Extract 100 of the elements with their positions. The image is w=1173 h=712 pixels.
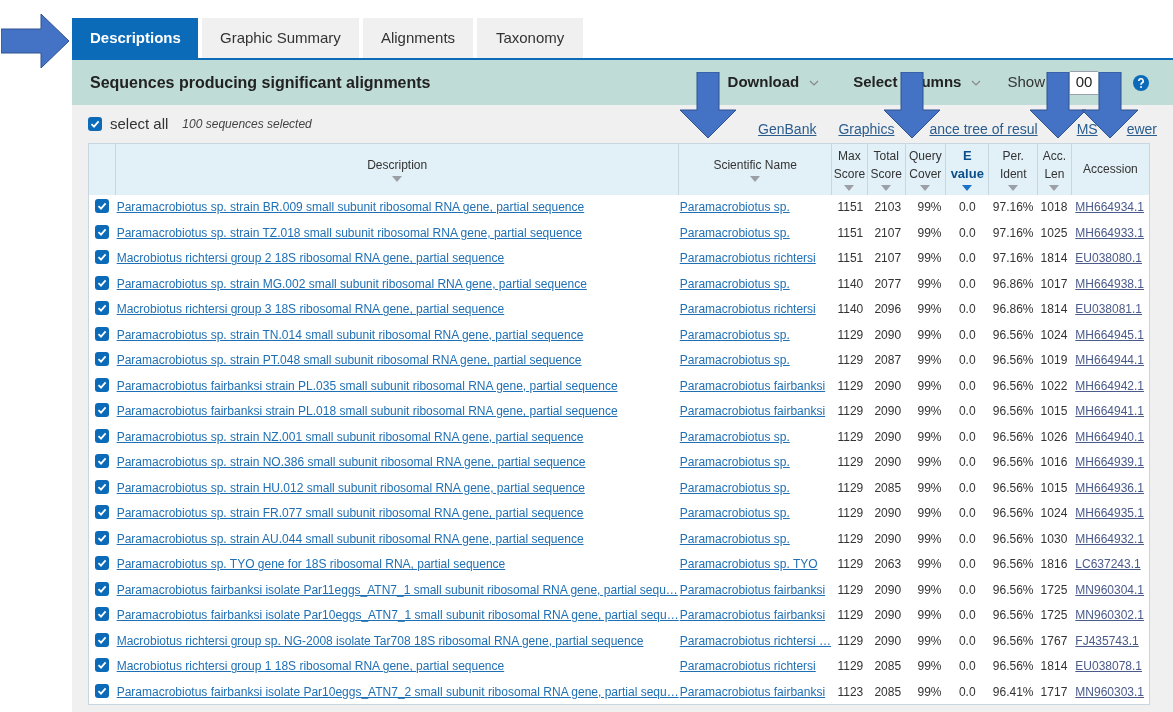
- accession-link[interactable]: MH664945.1: [1075, 327, 1145, 342]
- description-link[interactable]: Macrobiotus richtersi group 1 18S ribosomal RNA gene, partial sequence: [116, 659, 505, 674]
- description-link[interactable]: Macrobiotus richtersi group sp. NG-2008 isolate Tar708 18S ribosomal RNA gene, partial sequence: [116, 633, 644, 648]
- row-checkbox[interactable]: [95, 275, 110, 290]
- help-icon[interactable]: [1133, 74, 1149, 91]
- accession-link[interactable]: MN960304.1: [1075, 582, 1145, 597]
- accession-link[interactable]: MH664935.1: [1075, 506, 1145, 521]
- accession-link[interactable]: EU038081.1: [1075, 302, 1143, 317]
- description-link[interactable]: Paramacrobiotus sp. strain AU.044 small subunit ribosomal RNA gene, partial sequence: [116, 531, 584, 546]
- column-header[interactable]: Accession: [1071, 143, 1150, 195]
- scientific-name-link[interactable]: Paramacrobiotus fairbanksi: [679, 582, 826, 597]
- accession-link[interactable]: EU038080.1: [1075, 251, 1143, 266]
- tab[interactable]: Descriptions: [72, 18, 198, 58]
- row-checkbox[interactable]: [95, 301, 110, 316]
- toolbar-link[interactable]: GenBank: [758, 118, 817, 140]
- select-all-checkbox[interactable]: [88, 117, 102, 131]
- scientific-name-link[interactable]: Paramacrobiotus sp.: [679, 353, 790, 368]
- tab[interactable]: Graphic Summary: [202, 18, 359, 58]
- accession-link[interactable]: EU038078.1: [1075, 659, 1143, 674]
- toolbar-link[interactable]: ewer: [1126, 118, 1157, 140]
- description-link[interactable]: Paramacrobiotus sp. strain HU.012 small subunit ribosomal RNA gene, partial sequence: [116, 480, 585, 495]
- scientific-name-link[interactable]: Paramacrobiotus richtersi: [679, 251, 816, 266]
- download-menu[interactable]: Download: [727, 71, 800, 94]
- row-checkbox[interactable]: [95, 352, 110, 367]
- row-checkbox[interactable]: [95, 581, 110, 596]
- description-link[interactable]: Paramacrobiotus fairbanksi isolate Par11eggs_ATN7_1 small subunit ribosomal RNA gene, partial sequ…: [116, 582, 678, 597]
- description-link[interactable]: Paramacrobiotus sp. strain BR.009 small subunit ribosomal RNA gene, partial sequence: [116, 200, 585, 215]
- toolbar-link[interactable]: Graphics: [838, 118, 895, 140]
- accession-link[interactable]: MH664940.1: [1075, 429, 1145, 444]
- scientific-name-link[interactable]: Paramacrobiotus sp.: [679, 480, 790, 495]
- accession-link[interactable]: MN960302.1: [1075, 608, 1145, 623]
- scientific-name-link[interactable]: Paramacrobiotus richtersi: [679, 302, 816, 317]
- row-checkbox[interactable]: [95, 530, 110, 545]
- row-checkbox[interactable]: [95, 403, 110, 418]
- description-link[interactable]: Paramacrobiotus sp. strain NO.386 small subunit ribosomal RNA gene, partial sequence: [116, 455, 586, 470]
- scientific-name-link[interactable]: Paramacrobiotus richtersi …: [679, 633, 832, 648]
- scientific-name-link[interactable]: Paramacrobiotus sp.: [679, 276, 790, 291]
- description-link[interactable]: Paramacrobiotus sp. strain MG.002 small subunit ribosomal RNA gene, partial sequence: [116, 276, 587, 291]
- row-checkbox[interactable]: [95, 428, 110, 443]
- description-link[interactable]: Paramacrobiotus sp. strain TZ.018 small subunit ribosomal RNA gene, partial sequence: [116, 225, 582, 240]
- row-checkbox[interactable]: [95, 199, 110, 214]
- description-link[interactable]: Paramacrobiotus fairbanksi isolate Par10eggs_ATN7_1 small subunit ribosomal RNA gene, partial sequ…: [116, 608, 679, 623]
- scientific-name-link[interactable]: Paramacrobiotus sp. TYO: [679, 557, 818, 572]
- column-header[interactable]: Scientific Name: [678, 143, 832, 195]
- description-link[interactable]: Paramacrobiotus sp. strain PT.048 small subunit ribosomal RNA gene, partial sequence: [116, 353, 582, 368]
- accession-link[interactable]: FJ435743.1: [1075, 633, 1139, 648]
- scientific-name-link[interactable]: Paramacrobiotus sp.: [679, 455, 790, 470]
- column-header[interactable]: Per. Ident: [989, 143, 1038, 195]
- scientific-name-link[interactable]: Paramacrobiotus sp.: [679, 429, 790, 444]
- scientific-name-link[interactable]: Paramacrobiotus fairbanksi: [679, 684, 826, 699]
- show-count-select[interactable]: 00: [1070, 70, 1098, 95]
- accession-link[interactable]: MH664932.1: [1075, 531, 1145, 546]
- description-link[interactable]: Paramacrobiotus fairbanksi strain PL.035 small subunit ribosomal RNA gene, partial sequence: [116, 378, 618, 393]
- description-link[interactable]: Paramacrobiotus sp. TYO gene for 18S ribosomal RNA, partial sequence: [116, 557, 506, 572]
- description-link[interactable]: Paramacrobiotus sp. strain TN.014 small subunit ribosomal RNA gene, partial sequence: [116, 327, 584, 342]
- scientific-name-link[interactable]: Paramacrobiotus sp.: [679, 225, 790, 240]
- description-link[interactable]: Macrobiotus richtersi group 3 18S ribosomal RNA gene, partial sequence: [116, 302, 505, 317]
- description-link[interactable]: Paramacrobiotus sp. strain FR.077 small subunit ribosomal RNA gene, partial sequence: [116, 506, 584, 521]
- scientific-name-link[interactable]: Paramacrobiotus fairbanksi: [679, 608, 826, 623]
- accession-link[interactable]: MH664936.1: [1075, 480, 1145, 495]
- description-link[interactable]: Macrobiotus richtersi group 2 18S ribosomal RNA gene, partial sequence: [116, 251, 505, 266]
- row-checkbox[interactable]: [95, 556, 110, 571]
- accession-link[interactable]: MH664944.1: [1075, 353, 1145, 368]
- tab[interactable]: Taxonomy: [477, 18, 584, 58]
- column-header[interactable]: Acc. Len: [1037, 143, 1072, 195]
- column-header[interactable]: Description: [115, 143, 679, 195]
- accession-link[interactable]: MH664938.1: [1075, 276, 1145, 291]
- row-checkbox[interactable]: [95, 479, 110, 494]
- scientific-name-link[interactable]: Paramacrobiotus fairbanksi: [679, 378, 826, 393]
- column-header[interactable]: E value: [945, 143, 989, 195]
- scientific-name-link[interactable]: Paramacrobiotus richtersi: [679, 659, 816, 674]
- column-header[interactable]: Max Score: [831, 143, 868, 195]
- description-link[interactable]: Paramacrobiotus fairbanksi isolate Par10eggs_ATN7_2 small subunit ribosomal RNA gene, partial sequ…: [116, 684, 679, 699]
- toolbar-link[interactable]: ance tree of resul: [929, 118, 1038, 140]
- accession-link[interactable]: MH664933.1: [1075, 225, 1145, 240]
- scientific-name-link[interactable]: Paramacrobiotus sp.: [679, 531, 790, 546]
- toolbar-link[interactable]: MS: [1076, 118, 1098, 140]
- column-header[interactable]: Query Cover: [905, 143, 946, 195]
- scientific-name-link[interactable]: Paramacrobiotus fairbanksi: [679, 404, 826, 419]
- row-checkbox[interactable]: [95, 658, 110, 673]
- row-checkbox[interactable]: [95, 505, 110, 520]
- accession-link[interactable]: MH664942.1: [1075, 378, 1145, 393]
- scientific-name-link[interactable]: Paramacrobiotus sp.: [679, 327, 790, 342]
- accession-link[interactable]: MH664934.1: [1075, 200, 1145, 215]
- scientific-name-link[interactable]: Paramacrobiotus sp.: [679, 506, 790, 521]
- row-checkbox[interactable]: [95, 326, 110, 341]
- tab[interactable]: Alignments: [362, 18, 474, 58]
- select-columns-menu[interactable]: Select: [853, 71, 898, 94]
- accession-link[interactable]: LC637243.1: [1075, 557, 1141, 572]
- description-link[interactable]: Paramacrobiotus sp. strain NZ.001 small subunit ribosomal RNA gene, partial sequence: [116, 429, 584, 444]
- accession-link[interactable]: MH664939.1: [1075, 455, 1145, 470]
- row-checkbox[interactable]: [95, 377, 110, 392]
- sort-caret-icon[interactable]: [962, 185, 973, 192]
- column-header[interactable]: Total Score: [867, 143, 906, 195]
- row-checkbox[interactable]: [95, 454, 110, 469]
- row-checkbox[interactable]: [95, 607, 110, 622]
- row-checkbox[interactable]: [95, 632, 110, 647]
- scientific-name-link[interactable]: Paramacrobiotus sp.: [679, 200, 790, 215]
- row-checkbox[interactable]: [95, 683, 110, 698]
- accession-link[interactable]: MH664941.1: [1075, 404, 1145, 419]
